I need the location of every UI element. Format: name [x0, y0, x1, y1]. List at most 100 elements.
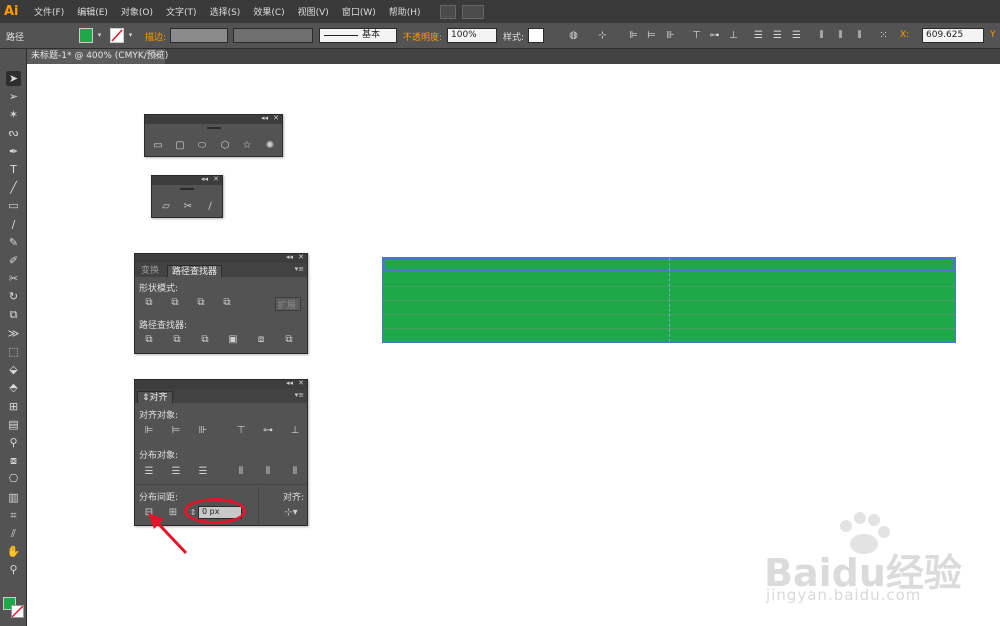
tab-transform[interactable]: 变换 — [137, 265, 163, 277]
perspective-grid-tool-icon[interactable]: ⬘ — [6, 380, 21, 395]
shape-builder-tool-icon[interactable]: ⬙ — [6, 362, 21, 377]
distribute-bottom-icon[interactable]: ☰ — [790, 29, 803, 42]
close-icon[interactable]: ✕ — [298, 253, 304, 262]
opacity-label[interactable]: 不透明度: — [403, 30, 442, 43]
slice-tool-icon[interactable]: ⫽ — [6, 526, 21, 541]
vertical-distribute-bottom-icon[interactable]: ☰ — [197, 466, 209, 478]
lasso-tool-icon[interactable]: ᔓ — [6, 125, 21, 140]
opacity-field[interactable]: 100% — [447, 28, 497, 43]
panel-grip[interactable] — [180, 188, 194, 190]
outline-icon[interactable]: ⧈ — [255, 334, 267, 346]
distribute-top-icon[interactable]: ☰ — [752, 29, 765, 42]
paintbrush-tool-icon[interactable]: ∕ — [6, 217, 21, 232]
close-icon[interactable]: ✕ — [298, 379, 304, 388]
eraser-tool-icon[interactable]: ▱ — [160, 201, 172, 213]
align-left-icon[interactable]: ⊫ — [627, 29, 640, 42]
panel-header[interactable]: ◂◂ ✕ — [145, 114, 282, 124]
magic-wand-tool-icon[interactable]: ✶ — [6, 107, 21, 122]
divide-icon[interactable]: ⧉ — [143, 334, 155, 346]
horizontal-align-left-icon[interactable]: ⊫ — [143, 425, 155, 437]
free-transform-tool-icon[interactable]: ⬚ — [6, 344, 21, 359]
align-right-icon[interactable]: ⊪ — [664, 29, 677, 42]
panel-header[interactable]: ◂◂ ✕ — [152, 175, 222, 185]
selection-tool-icon[interactable]: ➤ — [6, 71, 21, 86]
star-tool-icon[interactable]: ☆ — [241, 140, 253, 152]
rounded-rectangle-tool-icon[interactable]: ▢ — [174, 140, 186, 152]
rotate-tool-icon[interactable]: ↻ — [6, 289, 21, 304]
close-icon[interactable]: × — [153, 49, 161, 64]
horizontal-align-center-icon[interactable]: ⊨ — [170, 425, 182, 437]
tab-pathfinder[interactable]: 路径查找器 — [167, 265, 223, 277]
type-tool-icon[interactable]: T — [6, 162, 21, 177]
flare-tool-icon[interactable]: ✺ — [264, 140, 276, 152]
collapse-icon[interactable]: ◂◂ — [286, 253, 293, 262]
vertical-align-bottom-icon[interactable]: ⊥ — [289, 425, 301, 437]
collapse-icon[interactable]: ◂◂ — [261, 114, 268, 123]
menu-effect[interactable]: 效果(C) — [253, 5, 284, 18]
green-rectangles-group[interactable] — [382, 257, 956, 343]
stroke-color-swatch[interactable] — [11, 605, 24, 618]
x-label[interactable]: X: — [900, 30, 909, 40]
eyedropper-tool-icon[interactable]: ⚲ — [6, 435, 21, 450]
polygon-tool-icon[interactable]: ⬡ — [219, 140, 231, 152]
minus-front-icon[interactable]: ⧉ — [169, 297, 181, 309]
line-tool-icon[interactable]: ╱ — [6, 180, 21, 195]
graphic-style-swatch[interactable] — [528, 28, 544, 43]
column-graph-tool-icon[interactable]: ▥ — [6, 490, 21, 505]
horizontal-distribute-left-icon[interactable]: ⫴ — [235, 466, 247, 478]
panel-header[interactable]: ◂◂ ✕ — [135, 379, 307, 389]
pen-tool-icon[interactable]: ✒ — [6, 144, 21, 159]
collapse-icon[interactable]: ◂◂ — [286, 379, 293, 388]
arrange-documents-button[interactable] — [461, 4, 484, 19]
mesh-tool-icon[interactable]: ⊞ — [6, 399, 21, 414]
scissors-tool-icon[interactable]: ✂ — [6, 271, 21, 286]
horizontal-distribute-center-icon[interactable]: ⫴ — [262, 466, 274, 478]
distribute-left-icon[interactable]: ⫴ — [815, 29, 828, 42]
menu-object[interactable]: 对象(O) — [121, 5, 153, 18]
rectangle-tool-icon[interactable]: ▭ — [6, 198, 21, 213]
menu-file[interactable]: 文件(F) — [34, 5, 64, 18]
zoom-tool-icon[interactable]: ⚲ — [6, 562, 21, 577]
x-field[interactable]: 609.625 — [922, 28, 984, 43]
direct-selection-tool-icon[interactable]: ➢ — [6, 89, 21, 104]
stroke-weight-field[interactable] — [170, 28, 228, 43]
align-bottom-icon[interactable]: ⊥ — [727, 29, 740, 42]
reference-point-icon[interactable]: ⁙ — [877, 29, 890, 42]
symbol-sprayer-tool-icon[interactable]: ⎔ — [6, 471, 21, 486]
vertical-distribute-center-icon[interactable]: ☰ — [170, 466, 182, 478]
rectangle-tool-icon[interactable]: ▭ — [152, 140, 164, 152]
scissors-tool-icon[interactable]: ✂ — [182, 201, 194, 213]
recolor-artwork-icon[interactable]: ◍ — [567, 29, 580, 42]
panel-menu-icon[interactable]: ▾≡ — [295, 265, 304, 274]
trim-icon[interactable]: ⧉ — [171, 334, 183, 346]
stroke-swatch[interactable] — [110, 28, 124, 43]
horizontal-distribute-right-icon[interactable]: ⫴ — [289, 466, 301, 478]
y-label-truncated[interactable]: Y — [990, 30, 996, 40]
bridge-button[interactable] — [439, 4, 456, 19]
align-to-dropdown-icon[interactable]: ⊹▾ — [281, 507, 301, 519]
vertical-distribute-top-icon[interactable]: ☰ — [143, 466, 155, 478]
intersect-icon[interactable]: ⧉ — [195, 297, 207, 309]
menu-help[interactable]: 帮助(H) — [389, 5, 421, 18]
document-tab[interactable]: 未标题-1* @ 400% (CMYK/预览) — [27, 49, 168, 64]
menu-view[interactable]: 视图(V) — [298, 5, 329, 18]
knife-tool-icon[interactable]: ∕ — [204, 201, 216, 213]
distribute-vcenter-icon[interactable]: ☰ — [771, 29, 784, 42]
collapse-icon[interactable]: ◂◂ — [201, 175, 208, 184]
blend-tool-icon[interactable]: ⧇ — [6, 453, 21, 468]
merge-icon[interactable]: ⧉ — [199, 334, 211, 346]
minus-back-icon[interactable]: ⧉ — [283, 334, 295, 346]
panel-menu-icon[interactable]: ▾≡ — [295, 391, 304, 400]
unite-icon[interactable]: ⧉ — [143, 297, 155, 309]
artboard-tool-icon[interactable]: ⌗ — [6, 508, 21, 523]
width-tool-icon[interactable]: ≫ — [6, 326, 21, 341]
close-icon[interactable]: ✕ — [213, 175, 219, 184]
menu-window[interactable]: 窗口(W) — [342, 5, 376, 18]
brush-definition[interactable]: 基本 — [319, 28, 397, 43]
fill-swatch[interactable] — [79, 28, 93, 43]
crop-icon[interactable]: ▣ — [227, 334, 239, 346]
menu-type[interactable]: 文字(T) — [166, 5, 197, 18]
gradient-tool-icon[interactable]: ▤ — [6, 417, 21, 432]
align-to-selection-icon[interactable]: ⊹ — [596, 29, 609, 42]
distribute-right-icon[interactable]: ⫴ — [853, 29, 866, 42]
